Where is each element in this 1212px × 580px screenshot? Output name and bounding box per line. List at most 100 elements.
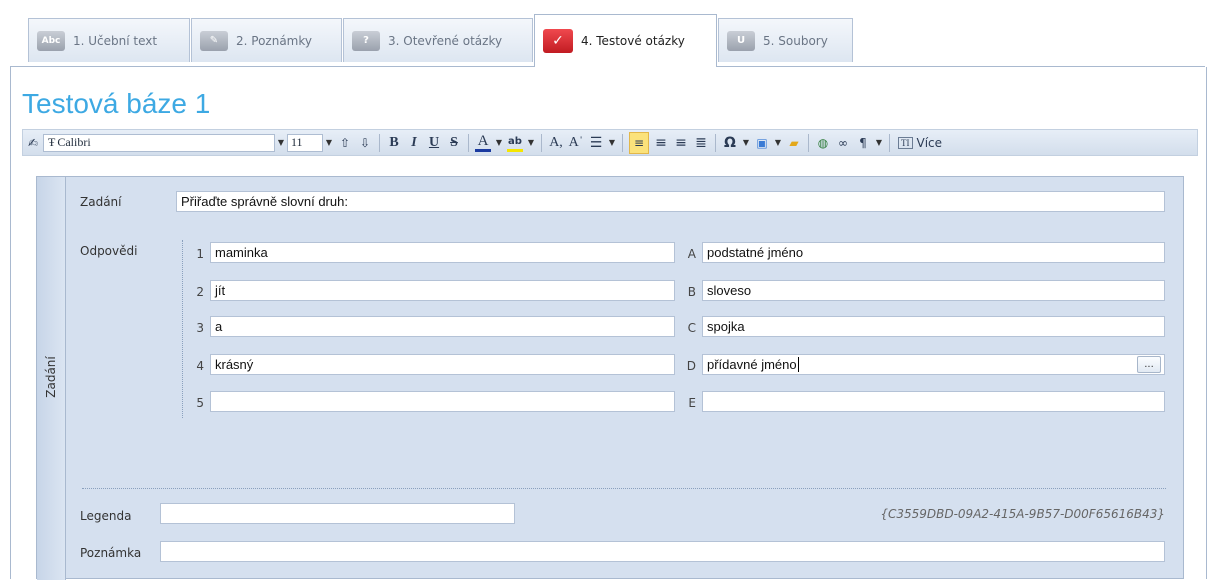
answer-right-value: spojka: [707, 319, 745, 334]
more-button[interactable]: TI Více: [898, 133, 942, 153]
answer-left-value: jít: [215, 283, 226, 298]
font-name: Calibri: [57, 135, 91, 149]
bold-icon[interactable]: B: [386, 133, 402, 153]
item-guid: {C3559DBD-09A2-415A-9B57-D00F65616B43}: [880, 507, 1165, 521]
answer-left-field[interactable]: [210, 391, 675, 412]
answers-label: Odpovědi: [80, 244, 138, 258]
answer-right-field[interactable]: podstatné jméno: [702, 242, 1165, 263]
align-center-icon[interactable]: ≡: [653, 133, 669, 153]
spellcheck-icon[interactable]: ✍: [25, 133, 41, 153]
toolbar-separator: [889, 133, 890, 152]
subscript-icon[interactable]: A,: [548, 133, 564, 153]
grow-font-icon[interactable]: ⇧: [337, 133, 353, 153]
italic-icon[interactable]: I: [406, 133, 422, 153]
toolbar-separator: [468, 133, 469, 152]
globe-link-icon[interactable]: ◍: [815, 133, 831, 153]
chevron-down-icon[interactable]: ▼: [606, 134, 618, 152]
check-icon: ✓: [543, 29, 573, 53]
answer-left-field[interactable]: a: [210, 316, 675, 337]
answer-number: 1: [196, 247, 204, 261]
insert-image-icon[interactable]: ▣: [754, 133, 770, 153]
tab-label: 2. Poznámky: [236, 33, 312, 48]
answer-left-field[interactable]: maminka: [210, 242, 675, 263]
chevron-down-icon[interactable]: ▼: [493, 134, 505, 152]
toolbar-separator: [715, 133, 716, 152]
side-tab-zadani[interactable]: Zadání: [37, 177, 66, 580]
tab-bar: Abc 1. Učební text ✎ 2. Poznámky ? 3. Ot…: [0, 0, 1212, 67]
toolbar-separator: [808, 133, 809, 152]
tab-soubory[interactable]: U 5. Soubory: [718, 18, 853, 62]
page-title: Testová báze 1: [22, 88, 211, 119]
shrink-font-icon[interactable]: ⇩: [357, 133, 373, 153]
zadani-label: Zadání: [80, 195, 122, 209]
dotted-separator: [82, 488, 1166, 489]
more-label: Více: [916, 135, 943, 150]
chevron-down-icon[interactable]: ▼: [873, 134, 885, 152]
note-label: Poznámka: [80, 546, 142, 560]
toolbar-separator: [622, 133, 623, 152]
font-size-select[interactable]: 11: [287, 133, 323, 152]
align-right-icon[interactable]: ≡: [673, 133, 689, 153]
answer-left-value: krásný: [215, 357, 254, 372]
text-caret: [797, 357, 799, 372]
highlight-icon[interactable]: ab: [507, 134, 523, 152]
answer-number: 4: [196, 359, 204, 373]
zadani-field[interactable]: Přiřaďte správně slovní druh:: [176, 191, 1165, 212]
answer-right-field-active[interactable]: přídavné jméno: [702, 354, 1165, 375]
toolbar-separator: [541, 133, 542, 152]
answer-right-field[interactable]: sloveso: [702, 280, 1165, 301]
font-type-icon: Ŧ: [48, 135, 56, 149]
tab-ucebni-text[interactable]: Abc 1. Učební text: [28, 18, 190, 62]
answer-right-value: sloveso: [707, 283, 752, 298]
answer-letter: A: [687, 247, 696, 261]
answer-right-field[interactable]: [702, 391, 1165, 412]
legend-label: Legenda: [80, 509, 132, 523]
answer-number: 5: [196, 396, 204, 410]
align-left-icon[interactable]: ≡: [629, 131, 649, 154]
side-tab-label: Zadání: [44, 356, 58, 398]
list-icon[interactable]: ☰: [588, 133, 604, 153]
tab-label: 5. Soubory: [763, 33, 828, 48]
answer-number: 3: [196, 321, 204, 335]
font-family-select[interactable]: Ŧ Calibri: [43, 133, 275, 152]
tab-testove-otazky[interactable]: ✓ 4. Testové otázky: [534, 14, 717, 67]
paragraph-icon[interactable]: ¶: [855, 133, 871, 153]
more-icon: TI: [898, 136, 913, 149]
answer-left-value: maminka: [215, 245, 268, 260]
answer-right-field[interactable]: spojka: [702, 316, 1165, 337]
underline-icon[interactable]: U: [426, 133, 442, 153]
answer-letter: C: [687, 321, 696, 335]
symbol-icon[interactable]: Ω: [722, 133, 738, 153]
answer-left-field[interactable]: jít: [210, 280, 675, 301]
notes-icon: ✎: [200, 30, 228, 51]
question-icon: ?: [352, 30, 380, 51]
chevron-down-icon[interactable]: ▼: [772, 134, 784, 152]
strikethrough-icon[interactable]: S: [446, 133, 462, 153]
answer-right-value: podstatné jméno: [707, 245, 804, 260]
answer-left-field[interactable]: krásný: [210, 354, 675, 375]
chevron-down-icon[interactable]: ▼: [525, 134, 537, 152]
legend-field[interactable]: [160, 503, 515, 524]
dotted-divider: [182, 240, 183, 418]
font-size-value: 11: [291, 135, 303, 149]
answer-number: 2: [196, 285, 204, 299]
zadani-value: Přiřaďte správně slovní druh:: [181, 194, 348, 209]
chevron-down-icon[interactable]: ▼: [323, 134, 335, 152]
tab-otevrene-otazky[interactable]: ? 3. Otevřené otázky: [343, 18, 533, 62]
paperclip-icon: U: [727, 30, 755, 51]
answer-letter: B: [687, 285, 696, 299]
answer-letter: E: [688, 396, 696, 410]
link-icon[interactable]: ∞: [835, 133, 851, 153]
tab-label: 4. Testové otázky: [581, 34, 685, 48]
ellipsis-button[interactable]: ...: [1137, 356, 1161, 373]
note-field[interactable]: [160, 541, 1165, 562]
superscript-icon[interactable]: Aˈ: [568, 133, 584, 153]
tab-poznamky[interactable]: ✎ 2. Poznámky: [191, 18, 342, 62]
toolbar-separator: [379, 133, 380, 152]
chevron-down-icon[interactable]: ▼: [275, 134, 287, 152]
chevron-down-icon[interactable]: ▼: [740, 134, 752, 152]
insert-note-icon[interactable]: ▰: [786, 133, 802, 153]
answer-letter: D: [686, 359, 696, 373]
font-color-icon[interactable]: A: [475, 133, 491, 152]
align-justify-icon[interactable]: ≣: [693, 133, 709, 153]
